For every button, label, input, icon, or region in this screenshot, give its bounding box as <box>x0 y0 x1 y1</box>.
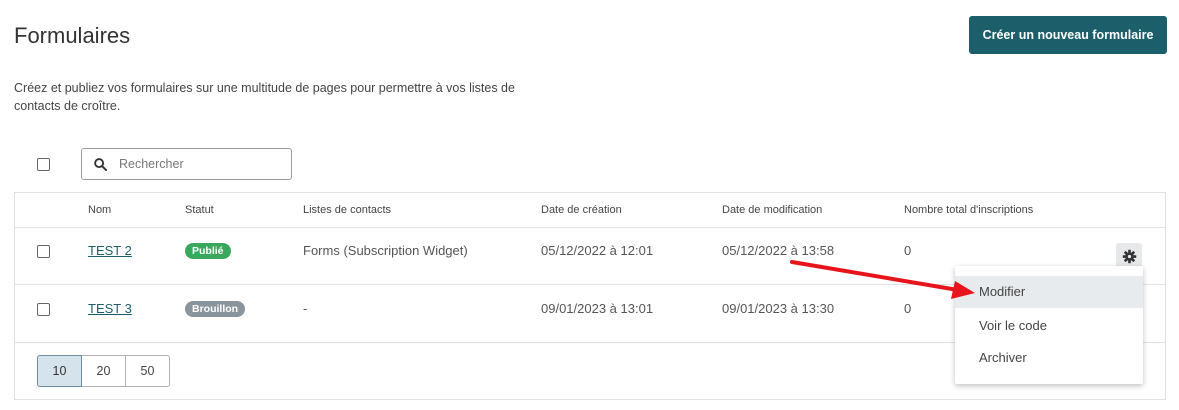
page-size-20[interactable]: 20 <box>81 355 126 387</box>
column-header-name[interactable]: Nom <box>88 204 111 216</box>
column-header-created[interactable]: Date de création <box>541 204 622 216</box>
menu-item-archive[interactable]: Archiver <box>955 342 1143 374</box>
create-form-button[interactable]: Créer un nouveau formulaire <box>969 16 1167 54</box>
form-name-link[interactable]: TEST 3 <box>88 301 132 316</box>
modification-date: 09/01/2023 à 13:30 <box>722 301 835 316</box>
menu-item-view-code[interactable]: Voir le code <box>955 310 1143 342</box>
row-actions-menu: Modifier Voir le code Archiver <box>955 266 1143 384</box>
search-box[interactable] <box>81 148 292 180</box>
select-all-checkbox[interactable] <box>37 158 50 171</box>
page-size-50[interactable]: 50 <box>125 355 170 387</box>
total-subscriptions: 0 <box>904 243 912 258</box>
search-icon <box>94 157 107 171</box>
status-badge: Brouillon <box>185 301 246 317</box>
header-divider <box>15 227 1165 228</box>
column-header-status[interactable]: Statut <box>185 204 214 216</box>
gear-icon <box>1122 249 1136 263</box>
column-header-total[interactable]: Nombre total d'inscriptions <box>904 204 1033 216</box>
page-size-selector: 10 20 50 <box>37 355 170 387</box>
column-header-lists[interactable]: Listes de contacts <box>303 204 391 216</box>
contact-lists: - <box>303 301 308 316</box>
modification-date: 05/12/2022 à 13:58 <box>722 243 835 258</box>
form-name-link[interactable]: TEST 2 <box>88 243 132 258</box>
row-checkbox[interactable] <box>37 245 50 258</box>
creation-date: 05/12/2022 à 12:01 <box>541 243 654 258</box>
page-size-10[interactable]: 10 <box>37 355 82 387</box>
page-title: Formulaires <box>14 23 131 48</box>
row-checkbox[interactable] <box>37 303 50 316</box>
menu-item-modify[interactable]: Modifier <box>955 276 1143 308</box>
column-header-modified[interactable]: Date de modification <box>722 204 822 216</box>
creation-date: 09/01/2023 à 13:01 <box>541 301 654 316</box>
total-subscriptions: 0 <box>904 301 912 316</box>
page-description: Créez et publiez vos formulaires sur une… <box>14 81 515 113</box>
contact-lists: Forms (Subscription Widget) <box>303 243 468 258</box>
search-input[interactable] <box>117 156 271 172</box>
status-badge: Publié <box>185 243 231 259</box>
